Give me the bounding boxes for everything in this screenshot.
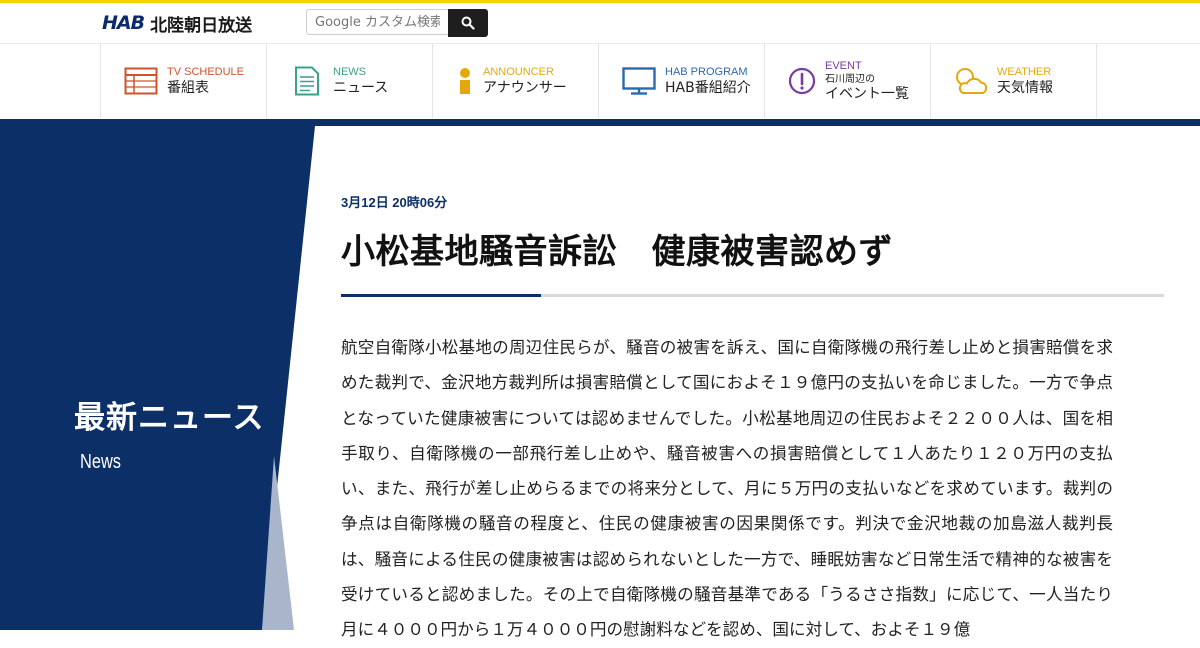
event-icon: [787, 65, 817, 97]
nav-hab-program[interactable]: HAB PROGRAM HAB番組紹介: [599, 44, 765, 118]
search-input[interactable]: [306, 9, 448, 35]
article-date: 3月12日 20時06分: [341, 195, 448, 210]
navy-divider-bar: [0, 119, 1200, 126]
nav-announcer[interactable]: ANNOUNCER アナウンサー: [433, 44, 599, 118]
logo-mark: HAB: [102, 12, 145, 34]
nav-announcer-label: アナウンサー: [483, 79, 567, 96]
nav-tv-schedule-en: TV SCHEDULE: [167, 65, 245, 78]
latest-news-subtitle: News: [80, 451, 122, 473]
tv-schedule-icon: [123, 65, 159, 97]
nav-weather[interactable]: WEATHER 天気情報: [931, 44, 1097, 118]
nav-announcer-en: ANNOUNCER: [483, 65, 554, 78]
weather-icon: [953, 65, 989, 97]
latest-news-panel: 最新ニュース News: [0, 126, 330, 630]
nav-hab-program-label: HAB番組紹介: [665, 79, 751, 96]
nav-weather-en: WEATHER: [997, 65, 1052, 78]
nav-weather-label: 天気情報: [997, 79, 1053, 96]
site-header: HAB 北陸朝日放送: [0, 3, 1200, 43]
main-nav: TV SCHEDULE 番組表 NEWS ニュース ANNOUNCER アナウン…: [0, 43, 1200, 119]
logo-text: 北陸朝日放送: [150, 15, 253, 36]
program-icon: [621, 65, 657, 97]
nav-event-label: イベント一覧: [825, 85, 909, 102]
latest-news-title: 最新ニュース: [74, 400, 265, 436]
nav-event-sublabel: 石川周辺の: [825, 73, 875, 85]
nav-event-en: EVENT: [825, 59, 862, 72]
nav-event[interactable]: EVENT 石川周辺の イベント一覧: [765, 44, 931, 118]
article-headline: 小松基地騒音訴訟 健康被害認めず: [341, 232, 893, 272]
search-icon: [461, 16, 475, 30]
headline-rule-accent: [341, 294, 541, 297]
nav-tv-schedule[interactable]: TV SCHEDULE 番組表: [101, 44, 267, 118]
nav-hab-program-en: HAB PROGRAM: [665, 65, 748, 78]
news-icon: [289, 65, 325, 97]
panel-background: [0, 126, 315, 630]
announcer-icon: [455, 65, 475, 97]
search-button[interactable]: [448, 9, 488, 37]
article: 3月12日 20時06分 小松基地騒音訴訟 健康被害認めず 航空自衛隊小松基地の…: [341, 126, 1165, 639]
hab-logo[interactable]: HAB 北陸朝日放送: [102, 11, 253, 36]
nav-news-en: NEWS: [333, 65, 366, 78]
nav-news-label: ニュース: [333, 79, 389, 96]
nav-news[interactable]: NEWS ニュース: [267, 44, 433, 118]
nav-tv-schedule-label: 番組表: [167, 79, 209, 96]
article-body: 航空自衛隊小松基地の周辺住民らが、騒音の被害を訴え、国に自衛隊機の飛行差し止めと…: [341, 338, 1113, 640]
